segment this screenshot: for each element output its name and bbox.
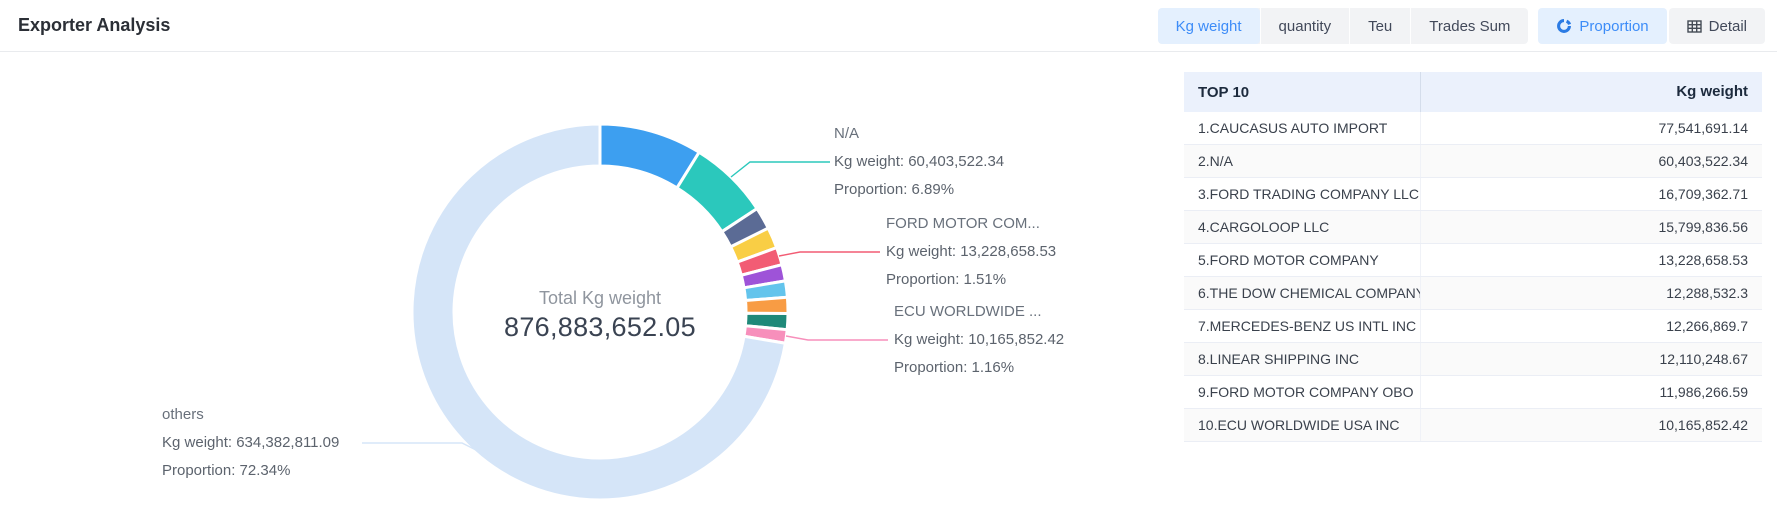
table-row: 7.MERCEDES-BENZ US INTL INC12,266,869.7 [1184,310,1762,343]
table-row: 4.CARGOLOOP LLC15,799,836.56 [1184,211,1762,244]
tab-quantity[interactable]: quantity [1260,8,1350,44]
tab-kg-weight[interactable]: Kg weight [1158,8,1260,44]
callout-proportion: Proportion: 72.34% [162,457,339,485]
tab-teu-label: Teu [1368,18,1392,35]
table-row: 5.FORD MOTOR COMPANY13,228,658.53 [1184,244,1762,277]
table-icon [1687,19,1702,34]
top10-table: TOP 10 Kg weight 1.CAUCASUS AUTO IMPORT7… [1184,72,1762,442]
tab-trades-sum[interactable]: Trades Sum [1410,8,1528,44]
callout-proportion: Proportion: 1.51% [886,266,1056,294]
callout-title: others [162,401,339,429]
tab-detail-label: Detail [1709,18,1747,35]
row-kg-weight: 12,266,869.7 [1420,310,1762,342]
table-row: 9.FORD MOTOR COMPANY OBO11,986,266.59 [1184,376,1762,409]
callout-title: FORD MOTOR COM... [886,210,1056,238]
row-kg-weight: 10,165,852.42 [1420,409,1762,441]
toolbar: Kg weight quantity Teu Trades Sum [1158,8,1765,44]
row-kg-weight: 11,986,266.59 [1420,376,1762,408]
tab-proportion[interactable]: Proportion [1538,8,1666,44]
callout-kg-weight: Kg weight: 10,165,852.42 [894,326,1064,354]
page-header: Exporter Analysis Kg weight quantity Teu… [0,0,1777,52]
tab-trades-sum-label: Trades Sum [1429,18,1510,35]
donut-segment-linear-shipping-inc[interactable] [746,297,788,313]
callout-ecu: ECU WORLDWIDE ... Kg weight: 10,165,852.… [894,298,1064,382]
row-kg-weight: 77,541,691.14 [1420,112,1762,144]
callout-others: others Kg weight: 634,382,811.09 Proport… [162,401,339,485]
row-exporter-name: 6.THE DOW CHEMICAL COMPANY [1184,285,1420,301]
row-exporter-name: 2.N/A [1184,153,1420,169]
row-exporter-name: 8.LINEAR SHIPPING INC [1184,351,1420,367]
row-kg-weight: 12,110,248.67 [1420,343,1762,375]
view-tab-group: Proportion Detail [1538,8,1765,44]
donut-chart-icon [1556,18,1572,34]
callout-proportion: Proportion: 1.16% [894,354,1064,382]
tab-quantity-label: quantity [1279,18,1332,35]
row-kg-weight: 15,799,836.56 [1420,211,1762,243]
table-header-row: TOP 10 Kg weight [1184,72,1762,112]
row-exporter-name: 7.MERCEDES-BENZ US INTL INC [1184,318,1420,334]
callout-kg-weight: Kg weight: 634,382,811.09 [162,429,339,457]
exporter-analysis-panel: Exporter Analysis Kg weight quantity Teu… [0,0,1777,517]
leader-line-ecu [786,336,888,340]
row-exporter-name: 4.CARGOLOOP LLC [1184,219,1420,235]
leader-line-na [731,162,830,177]
metric-tab-group: Kg weight quantity Teu Trades Sum [1158,8,1529,44]
row-exporter-name: 5.FORD MOTOR COMPANY [1184,252,1420,268]
callout-title: N/A [834,120,1004,148]
table-header-top10: TOP 10 [1184,84,1420,101]
tab-teu[interactable]: Teu [1349,8,1410,44]
table-body: 1.CAUCASUS AUTO IMPORT77,541,691.142.N/A… [1184,112,1762,442]
table-row: 1.CAUCASUS AUTO IMPORT77,541,691.14 [1184,112,1762,145]
row-exporter-name: 1.CAUCASUS AUTO IMPORT [1184,120,1420,136]
leader-line-others [362,443,476,450]
table-row: 2.N/A60,403,522.34 [1184,145,1762,178]
row-exporter-name: 9.FORD MOTOR COMPANY OBO [1184,384,1420,400]
callout-na: N/A Kg weight: 60,403,522.34 Proportion:… [834,120,1004,204]
row-kg-weight: 16,709,362.71 [1420,178,1762,210]
callout-ford-motor: FORD MOTOR COM... Kg weight: 13,228,658.… [886,210,1056,294]
leader-line-ford-motor [779,252,880,256]
callout-title: ECU WORLDWIDE ... [894,298,1064,326]
row-exporter-name: 10.ECU WORLDWIDE USA INC [1184,417,1420,433]
table-row: 8.LINEAR SHIPPING INC12,110,248.67 [1184,343,1762,376]
tab-kg-weight-label: Kg weight [1176,18,1242,35]
table-header-kg-weight: Kg weight [1420,72,1762,112]
table-row: 10.ECU WORLDWIDE USA INC10,165,852.42 [1184,409,1762,442]
row-exporter-name: 3.FORD TRADING COMPANY LLC [1184,186,1420,202]
page-title: Exporter Analysis [18,0,170,52]
callout-proportion: Proportion: 6.89% [834,176,1004,204]
table-row: 3.FORD TRADING COMPANY LLC16,709,362.71 [1184,178,1762,211]
row-kg-weight: 13,228,658.53 [1420,244,1762,276]
row-kg-weight: 12,288,532.3 [1420,277,1762,309]
row-kg-weight: 60,403,522.34 [1420,145,1762,177]
callout-kg-weight: Kg weight: 60,403,522.34 [834,148,1004,176]
tab-detail[interactable]: Detail [1669,8,1765,44]
table-row: 6.THE DOW CHEMICAL COMPANY12,288,532.3 [1184,277,1762,310]
tab-proportion-label: Proportion [1579,18,1648,35]
callout-kg-weight: Kg weight: 13,228,658.53 [886,238,1056,266]
